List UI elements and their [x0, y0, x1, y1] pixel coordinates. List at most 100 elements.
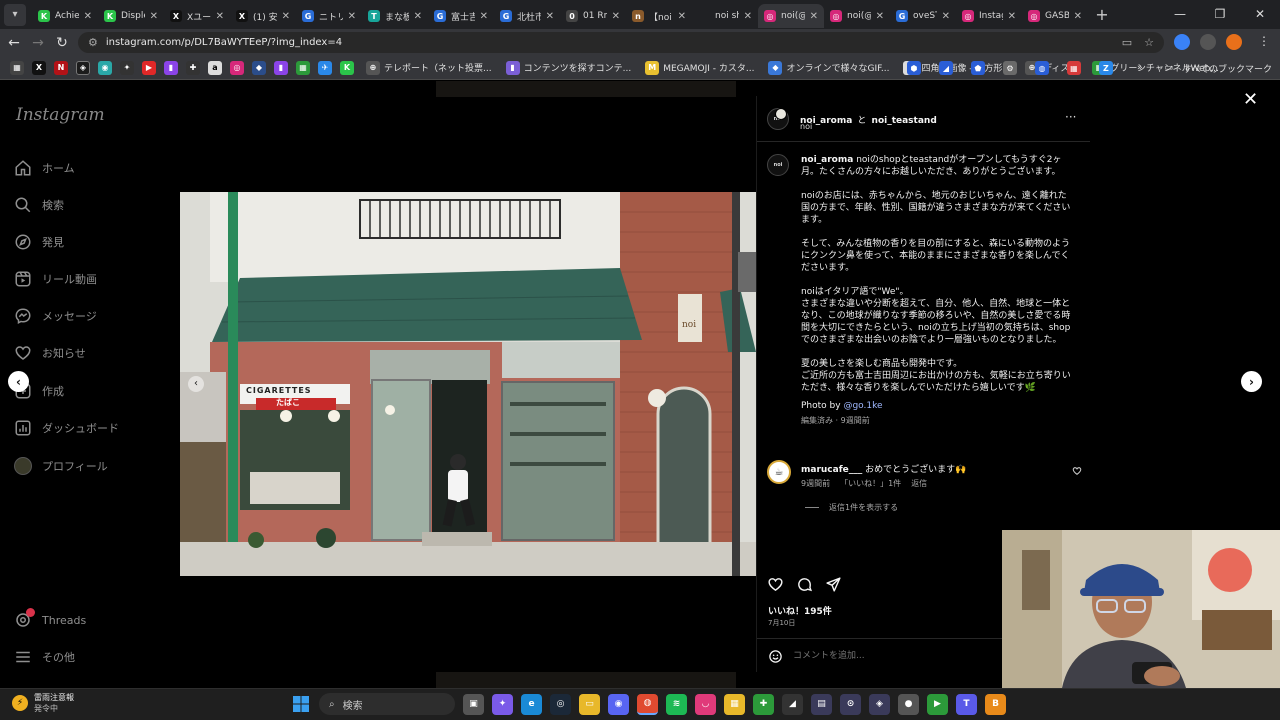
browser-tab[interactable]: G ニトリ(✕	[296, 4, 362, 28]
photo-credit-handle[interactable]: @go.1ke	[843, 401, 882, 411]
x-bookmark-icon[interactable]: X	[32, 60, 46, 75]
browser-menu-icon[interactable]: ⋮	[1258, 34, 1270, 48]
browser-tab[interactable]: X (1) 安 ✕	[230, 4, 296, 28]
browser-tab[interactable]: ◎ Instag ✕	[956, 4, 1022, 28]
caption-author-avatar[interactable]: noi	[767, 154, 789, 176]
browser-tab[interactable]: 0 01 Rm ✕	[560, 4, 626, 28]
previous-post-button[interactable]: ‹	[8, 371, 29, 392]
bookmark-star-icon[interactable]: ☆	[1144, 36, 1154, 49]
taskbar-search[interactable]: ⌕ 検索	[319, 693, 455, 715]
app-icon[interactable]: B	[985, 693, 1006, 715]
restore-button[interactable]: ❐	[1200, 0, 1240, 29]
tab-close-icon[interactable]: ✕	[1008, 11, 1016, 22]
browser-tab[interactable]: n 【noi s ✕	[626, 4, 692, 28]
nav-more[interactable]: その他	[14, 648, 75, 666]
nav-home[interactable]: ホーム	[14, 159, 75, 177]
nav-notifications[interactable]: お知らせ	[14, 344, 86, 362]
chrome-icon[interactable]: ◍	[637, 693, 658, 715]
nav-messages[interactable]: メッセージ	[14, 307, 97, 325]
cast-icon[interactable]: ▭	[1122, 36, 1132, 49]
nav-profile[interactable]: プロフィール	[14, 457, 108, 475]
post-location[interactable]: noi	[800, 122, 812, 131]
tab-close-icon[interactable]: ✕	[84, 11, 92, 22]
discord-icon[interactable]: ◉	[608, 693, 629, 715]
browser-tab[interactable]: ◎ noi(@ ✕	[758, 4, 824, 28]
tab-close-icon[interactable]: ✕	[1074, 11, 1082, 22]
nav-explore[interactable]: 発見	[14, 233, 64, 251]
apps-grid-icon[interactable]: ▦	[10, 60, 24, 75]
dropbox-bookmark-icon[interactable]: ⬢	[906, 61, 921, 75]
bookmark-icon[interactable]: ⬟	[970, 61, 985, 75]
tab-close-icon[interactable]: ✕	[282, 11, 290, 22]
copilot-icon[interactable]: ✦	[492, 693, 513, 715]
coauthor-username[interactable]: noi_teastand	[872, 116, 937, 126]
tab-close-icon[interactable]: ✕	[348, 11, 356, 22]
extension-icon[interactable]	[1174, 34, 1190, 50]
chat-bookmark-icon[interactable]: ◉	[98, 60, 112, 75]
app-icon[interactable]: ✚	[753, 693, 774, 715]
twitch-bookmark-icon[interactable]: ▮	[164, 60, 178, 75]
browser-tab[interactable]: X Xユーザ ✕	[164, 4, 230, 28]
browser-tab[interactable]: G 北杜市 ✕	[494, 4, 560, 28]
netflix-bookmark-icon[interactable]: N	[54, 60, 68, 75]
extensions-puzzle-icon[interactable]	[1200, 34, 1216, 50]
more-bookmarks-icon[interactable]: »	[1137, 63, 1143, 73]
bookmark-icon[interactable]: Z	[1098, 61, 1113, 75]
app-icon[interactable]: ⊙	[840, 693, 861, 715]
teams-icon[interactable]: T	[956, 693, 977, 715]
tab-close-icon[interactable]: ✕	[612, 11, 620, 22]
site-info-icon[interactable]: ⚙	[88, 36, 98, 49]
amazon-bookmark-icon[interactable]: a	[208, 60, 222, 75]
browser-tab[interactable]: T まな板 ✕	[362, 4, 428, 28]
browser-tab[interactable]: ◎ GASB ✕	[1022, 4, 1088, 28]
app-icon[interactable]: ▶	[927, 693, 948, 715]
steam-icon[interactable]: ◎	[550, 693, 571, 715]
author-avatar-secondary[interactable]	[775, 108, 787, 120]
tab-close-icon[interactable]: ✕	[480, 11, 488, 22]
likes-count[interactable]: いいね！195件	[768, 604, 832, 617]
app-icon[interactable]: ▦	[724, 693, 745, 715]
comment-like-icon[interactable]	[1072, 466, 1082, 476]
forward-button[interactable]: →	[26, 35, 50, 51]
tab-close-icon[interactable]: ✕	[678, 11, 686, 22]
nav-reels[interactable]: リール動画	[14, 270, 97, 288]
browser-tab[interactable]: noi sh ✕	[692, 4, 758, 28]
close-window-button[interactable]: ✕	[1240, 0, 1280, 29]
bookmark-item[interactable]: ▮ コンテンツを探すコンテ...	[502, 60, 631, 75]
nav-threads[interactable]: Threads	[14, 608, 86, 629]
tab-close-icon[interactable]: ✕	[414, 11, 422, 22]
bookmark-item[interactable]: ◆ オンラインで様々なGIF...	[764, 60, 889, 75]
file-explorer-icon[interactable]: ▭	[579, 693, 600, 715]
bird-bookmark-icon[interactable]: ✦	[120, 60, 134, 75]
tab-close-icon[interactable]: ✕	[216, 11, 224, 22]
share-send-icon[interactable]	[825, 576, 842, 593]
edge-icon[interactable]: e	[521, 693, 542, 715]
profile-avatar[interactable]	[1226, 34, 1242, 50]
caption-author[interactable]: noi_aroma	[801, 155, 853, 165]
app-icon[interactable]: ◢	[782, 693, 803, 715]
kick-bookmark-icon[interactable]: K	[340, 60, 354, 75]
tab-close-icon[interactable]: ✕	[810, 11, 818, 22]
minimize-button[interactable]: —	[1160, 0, 1200, 29]
browser-tab[interactable]: GoveST ✕	[890, 4, 956, 28]
bookmark-icon[interactable]: ◢	[938, 61, 953, 75]
app-icon[interactable]: ▤	[811, 693, 832, 715]
view-replies[interactable]: 返信1件を表示する	[805, 502, 898, 513]
tab-close-icon[interactable]: ✕	[150, 11, 158, 22]
windows-start-icon[interactable]	[290, 694, 311, 715]
post-photo[interactable]: CIGARETTES たばこ noi ‹	[180, 192, 756, 576]
reload-button[interactable]: ↻	[50, 35, 74, 51]
sheet-bookmark-icon[interactable]: ▦	[296, 60, 310, 75]
instagram-logo[interactable]: Instagram	[16, 105, 105, 125]
nav-search[interactable]: 検索	[14, 196, 64, 214]
tab-close-icon[interactable]: ✕	[942, 11, 950, 22]
tab-search-button[interactable]: ▾	[4, 3, 26, 26]
commenter-username[interactable]: marucafe___	[801, 465, 862, 475]
task-view-icon[interactable]: ▣	[463, 693, 484, 715]
bookmark-item[interactable]: ⊕ テレポート（ネット投票...	[362, 60, 492, 75]
close-modal-button[interactable]: ✕	[1243, 89, 1258, 110]
tab-close-icon[interactable]: ✕	[546, 11, 554, 22]
bookmark-item[interactable]: M MEGAMOJI - カスタ...	[641, 60, 754, 75]
omnibox[interactable]: ⚙ instagram.com/p/DL7BaWYTEeP/?img_index…	[78, 32, 1164, 53]
game-bookmark-icon[interactable]: ✚	[186, 60, 200, 75]
